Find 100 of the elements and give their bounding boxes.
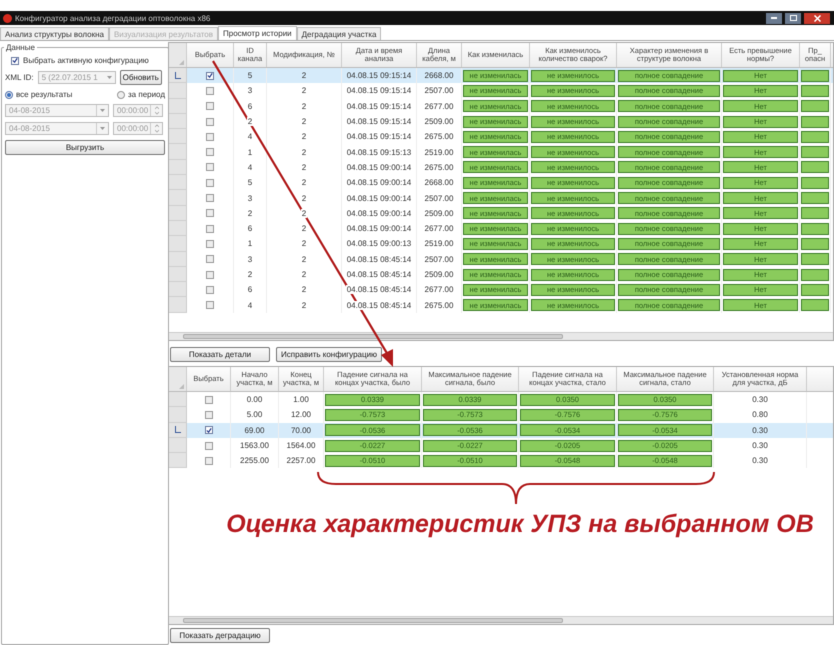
- dropdown-arrow-icon: [106, 76, 112, 79]
- table-cell: 2: [300, 162, 308, 172]
- status-cell: [801, 146, 829, 158]
- tab[interactable]: Просмотр истории: [218, 26, 297, 40]
- maximize-button[interactable]: [785, 12, 801, 24]
- table-cell: 2507.00: [424, 194, 454, 203]
- table-cell: 04.08.15 09:15:14: [346, 86, 412, 96]
- horizontal-scrollbar[interactable]: [169, 616, 833, 624]
- close-icon: [814, 14, 820, 22]
- maximize-icon: [790, 15, 796, 21]
- table-cell: 1: [246, 239, 254, 248]
- row-pointer-icon: [174, 72, 180, 79]
- table-cell: 2257.00: [286, 456, 316, 466]
- status-cell: [801, 116, 829, 128]
- table-cell: 4: [246, 300, 254, 310]
- checkbox[interactable]: [11, 56, 19, 64]
- checkbox[interactable]: [206, 270, 214, 278]
- row-header[interactable]: [169, 422, 187, 438]
- action-button[interactable]: Показать детали: [170, 347, 270, 362]
- table-cell: 2668.00: [424, 71, 454, 80]
- table-cell: 2: [300, 148, 308, 157]
- table-cell: 2: [300, 300, 308, 310]
- table-cell: 2: [300, 254, 308, 264]
- select-all-icon: [179, 384, 184, 389]
- table-cell: 2509.00: [424, 117, 454, 126]
- annotation-text: Оценка характеристик УПЗ на выбранном ОВ: [225, 509, 815, 540]
- table-cell: 2: [246, 208, 254, 218]
- checkbox[interactable]: [204, 396, 212, 404]
- grid-corner[interactable]: [169, 367, 187, 391]
- checkbox[interactable]: [206, 102, 214, 110]
- checkbox[interactable]: [206, 178, 214, 187]
- table-cell: 04.08.15 09:15:14: [346, 132, 412, 142]
- table-cell: 04.08.15 09:15:14: [346, 71, 412, 80]
- table-cell: 2675.00: [424, 132, 454, 142]
- status-cell: [801, 222, 829, 235]
- table-cell: 6: [246, 224, 254, 234]
- checkbox[interactable]: [204, 442, 212, 450]
- table-cell: 0.30: [751, 456, 769, 466]
- degradation-button[interactable]: Показать деградацию: [170, 628, 270, 643]
- close-button[interactable]: [804, 12, 830, 24]
- checkbox[interactable]: [206, 301, 214, 310]
- checkbox[interactable]: [206, 118, 214, 126]
- table-cell: 5: [246, 71, 254, 80]
- table-cell: 70.00: [290, 426, 312, 435]
- checkbox[interactable]: [206, 286, 214, 294]
- table-cell: 04.08.15 09:00:13: [346, 239, 412, 248]
- checkbox[interactable]: [206, 148, 214, 156]
- radio-button[interactable]: [117, 90, 126, 98]
- table-cell: 0.30: [751, 441, 769, 450]
- table-cell: 2255.00: [239, 456, 270, 466]
- table-cell: 2519.00: [424, 239, 454, 248]
- table-cell: 4: [246, 132, 254, 142]
- table-cell: 1563.00: [239, 441, 270, 450]
- checkbox[interactable]: [206, 72, 214, 80]
- status-cell: [801, 253, 829, 266]
- table-cell: 0.00: [246, 395, 264, 404]
- refresh-button[interactable]: Обновить: [120, 70, 162, 85]
- table-cell: 04.08.15 09:00:14: [346, 194, 412, 203]
- radio-label: все результаты: [16, 90, 72, 99]
- checkbox[interactable]: [206, 224, 214, 233]
- action-button[interactable]: Исправить конфигурацию: [276, 347, 382, 362]
- horizontal-scrollbar[interactable]: [169, 332, 833, 340]
- table-cell: 2: [300, 208, 308, 218]
- table-cell: 2: [300, 86, 308, 96]
- checkbox[interactable]: [206, 86, 214, 95]
- status-cell: [801, 238, 829, 250]
- window-title: Конфигуратор анализа деградации оптоволокна x86: [15, 14, 210, 22]
- checkbox[interactable]: [206, 163, 214, 172]
- minimize-button[interactable]: [766, 12, 782, 24]
- table-cell: 2668.00: [424, 178, 454, 188]
- table-cell: 5: [246, 178, 254, 188]
- checkbox[interactable]: [204, 410, 212, 419]
- status-cell: [801, 268, 829, 280]
- status-cell: [801, 207, 829, 220]
- checkbox[interactable]: [206, 240, 214, 248]
- row-header[interactable]: [169, 68, 187, 84]
- table-cell: 2675.00: [424, 162, 454, 172]
- status-cell: [801, 130, 829, 143]
- dropdown-arrow-icon: [100, 127, 105, 130]
- tab[interactable]: Анализ структуры волокна: [0, 27, 109, 40]
- export-button[interactable]: Выгрузить: [5, 140, 165, 155]
- table-cell: 04.08.15 08:45:14: [346, 270, 412, 279]
- checkbox[interactable]: [204, 426, 212, 434]
- radio-button[interactable]: [5, 90, 13, 98]
- status-cell: [801, 70, 829, 82]
- checkbox[interactable]: [206, 209, 214, 218]
- table-cell: 04.08.15 08:45:14: [346, 254, 412, 264]
- group-title: Данные: [4, 43, 37, 52]
- table-cell: 2519.00: [424, 148, 454, 157]
- checkbox[interactable]: [206, 194, 214, 202]
- tab[interactable]: Деградация участка: [296, 27, 382, 40]
- table-cell: 2509.00: [424, 208, 454, 218]
- table-cell: 2: [300, 194, 308, 203]
- checkbox[interactable]: [206, 132, 214, 141]
- table-cell: 2: [300, 132, 308, 142]
- table-cell: 3: [246, 86, 254, 96]
- status-cell: [801, 100, 829, 112]
- checkbox[interactable]: [206, 255, 214, 264]
- checkbox[interactable]: [204, 456, 212, 465]
- table-cell: 04.08.15 08:45:14: [346, 300, 412, 310]
